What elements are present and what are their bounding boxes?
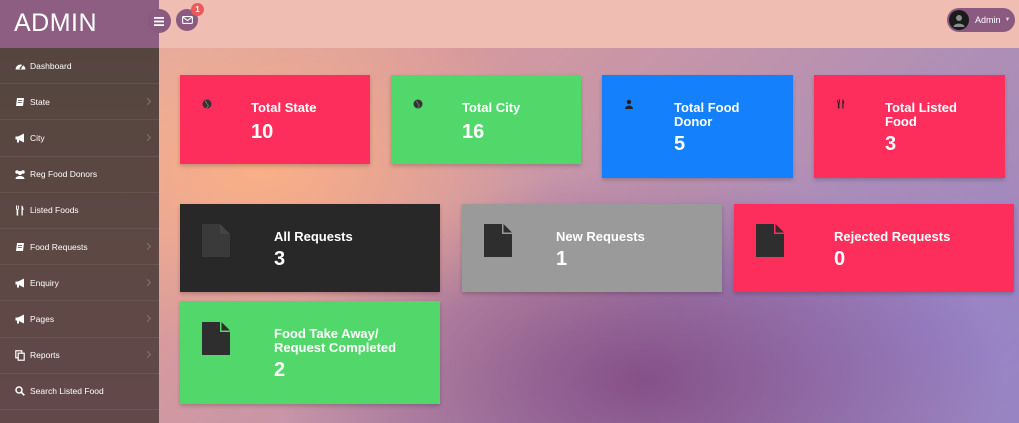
bullhorn-icon bbox=[14, 313, 26, 325]
total-state-card[interactable]: Total State 10 bbox=[180, 75, 370, 164]
food-takeaway-card[interactable]: Food Take Away/ Request Completed 2 bbox=[180, 301, 440, 404]
sidebar-item-dashboard[interactable]: Dashboard bbox=[0, 48, 159, 85]
card-title-line2: Request Completed bbox=[274, 340, 397, 355]
all-requests-card[interactable]: All Requests 3 bbox=[180, 204, 440, 292]
search-icon bbox=[14, 385, 26, 397]
bullhorn-icon bbox=[14, 277, 26, 289]
chevron-right-icon bbox=[143, 242, 152, 250]
hamburger-icon bbox=[154, 16, 164, 26]
card-title-line1: Total Food bbox=[674, 100, 740, 115]
rejected-requests-card[interactable]: Rejected Requests 0 bbox=[734, 204, 1014, 292]
sidebar-item-state[interactable]: State bbox=[0, 84, 159, 121]
chevron-right-icon bbox=[143, 351, 152, 359]
new-requests-card[interactable]: New Requests 1 bbox=[462, 204, 722, 292]
card-title: Food Take Away/ Request Completed bbox=[274, 327, 396, 355]
card-title: Rejected Requests bbox=[834, 229, 951, 244]
sidebar-item-reports[interactable]: Reports bbox=[0, 338, 159, 374]
dashboard-icon bbox=[14, 60, 26, 72]
file-icon bbox=[484, 224, 512, 257]
user-name: Admin bbox=[975, 15, 1001, 25]
chevron-down-icon: ▼ bbox=[1004, 17, 1011, 23]
sidebar-item-label: Listed Foods bbox=[30, 205, 79, 216]
user-menu-button[interactable]: Admin ▼ bbox=[947, 8, 1015, 32]
card-title-line2: Food bbox=[885, 114, 917, 129]
card-title: Total Food Donor bbox=[674, 101, 739, 129]
copy-icon bbox=[14, 349, 26, 361]
book-icon bbox=[14, 96, 26, 108]
sidebar: Dashboard State City Reg Food Donors Lis… bbox=[0, 48, 159, 423]
sidebar-item-label: Search Listed Food bbox=[30, 386, 104, 397]
user-icon bbox=[625, 99, 633, 109]
card-count: 10 bbox=[251, 121, 274, 143]
file-icon bbox=[202, 224, 230, 257]
bullhorn-icon bbox=[14, 132, 26, 144]
chevron-right-icon bbox=[143, 97, 152, 105]
card-title-line2: Donor bbox=[674, 114, 713, 129]
total-food-donor-card[interactable]: Total Food Donor 5 bbox=[602, 75, 793, 178]
card-title-line1: Total Listed bbox=[885, 100, 957, 115]
file-icon bbox=[202, 322, 230, 355]
sidebar-item-city[interactable]: City bbox=[0, 120, 159, 157]
file-icon bbox=[756, 224, 784, 257]
sidebar-item-pages[interactable]: Pages bbox=[0, 301, 159, 338]
card-count: 3 bbox=[885, 133, 897, 155]
globe-icon bbox=[413, 99, 423, 109]
sidebar-item-label: Reg Food Donors bbox=[30, 169, 98, 180]
card-count: 0 bbox=[834, 248, 846, 270]
globe-icon bbox=[202, 99, 212, 109]
sidebar-item-label: Pages bbox=[30, 313, 55, 324]
sidebar-item-enquiry[interactable]: Enquiry bbox=[0, 265, 159, 302]
sidebar-item-listed-foods[interactable]: Listed Foods bbox=[0, 193, 159, 229]
cutlery-icon bbox=[14, 204, 26, 216]
chevron-right-icon bbox=[143, 278, 152, 286]
mail-count-badge: 1 bbox=[191, 3, 204, 16]
user-avatar-icon bbox=[953, 15, 965, 27]
chevron-right-icon bbox=[143, 314, 152, 322]
card-title-line1: Food Take Away/ bbox=[274, 326, 379, 341]
sidebar-item-label: Dashboard bbox=[30, 60, 72, 71]
cutlery-icon bbox=[837, 99, 845, 109]
card-count: 3 bbox=[274, 248, 286, 270]
card-count: 1 bbox=[556, 248, 568, 270]
sidebar-item-search-listed-food[interactable]: Search Listed Food bbox=[0, 374, 159, 410]
menu-toggle-button[interactable] bbox=[147, 9, 171, 33]
sidebar-item-label: Reports bbox=[30, 350, 60, 361]
total-city-card[interactable]: Total City 16 bbox=[391, 75, 581, 164]
card-count: 2 bbox=[274, 359, 286, 381]
sidebar-item-label: City bbox=[30, 132, 45, 143]
brand-logo[interactable]: ADMIN bbox=[0, 0, 159, 48]
sidebar-item-label: Food Requests bbox=[30, 241, 88, 252]
chevron-right-icon bbox=[143, 133, 152, 142]
card-count: 16 bbox=[462, 121, 485, 143]
avatar bbox=[949, 10, 969, 30]
card-title: Total State bbox=[251, 100, 317, 115]
sidebar-item-label: Enquiry bbox=[30, 277, 59, 288]
sidebar-item-label: State bbox=[30, 96, 50, 107]
card-title: New Requests bbox=[556, 229, 645, 244]
total-listed-food-card[interactable]: Total Listed Food 3 bbox=[814, 75, 1005, 178]
card-title: Total Listed Food bbox=[885, 101, 957, 129]
sidebar-item-food-requests[interactable]: Food Requests bbox=[0, 229, 159, 266]
card-title: Total City bbox=[462, 100, 521, 115]
envelope-icon bbox=[181, 16, 193, 24]
users-icon bbox=[14, 168, 26, 180]
sidebar-item-reg-food-donors[interactable]: Reg Food Donors bbox=[0, 157, 159, 193]
book-icon bbox=[14, 241, 26, 253]
card-title: All Requests bbox=[274, 229, 353, 244]
card-count: 5 bbox=[674, 133, 686, 155]
